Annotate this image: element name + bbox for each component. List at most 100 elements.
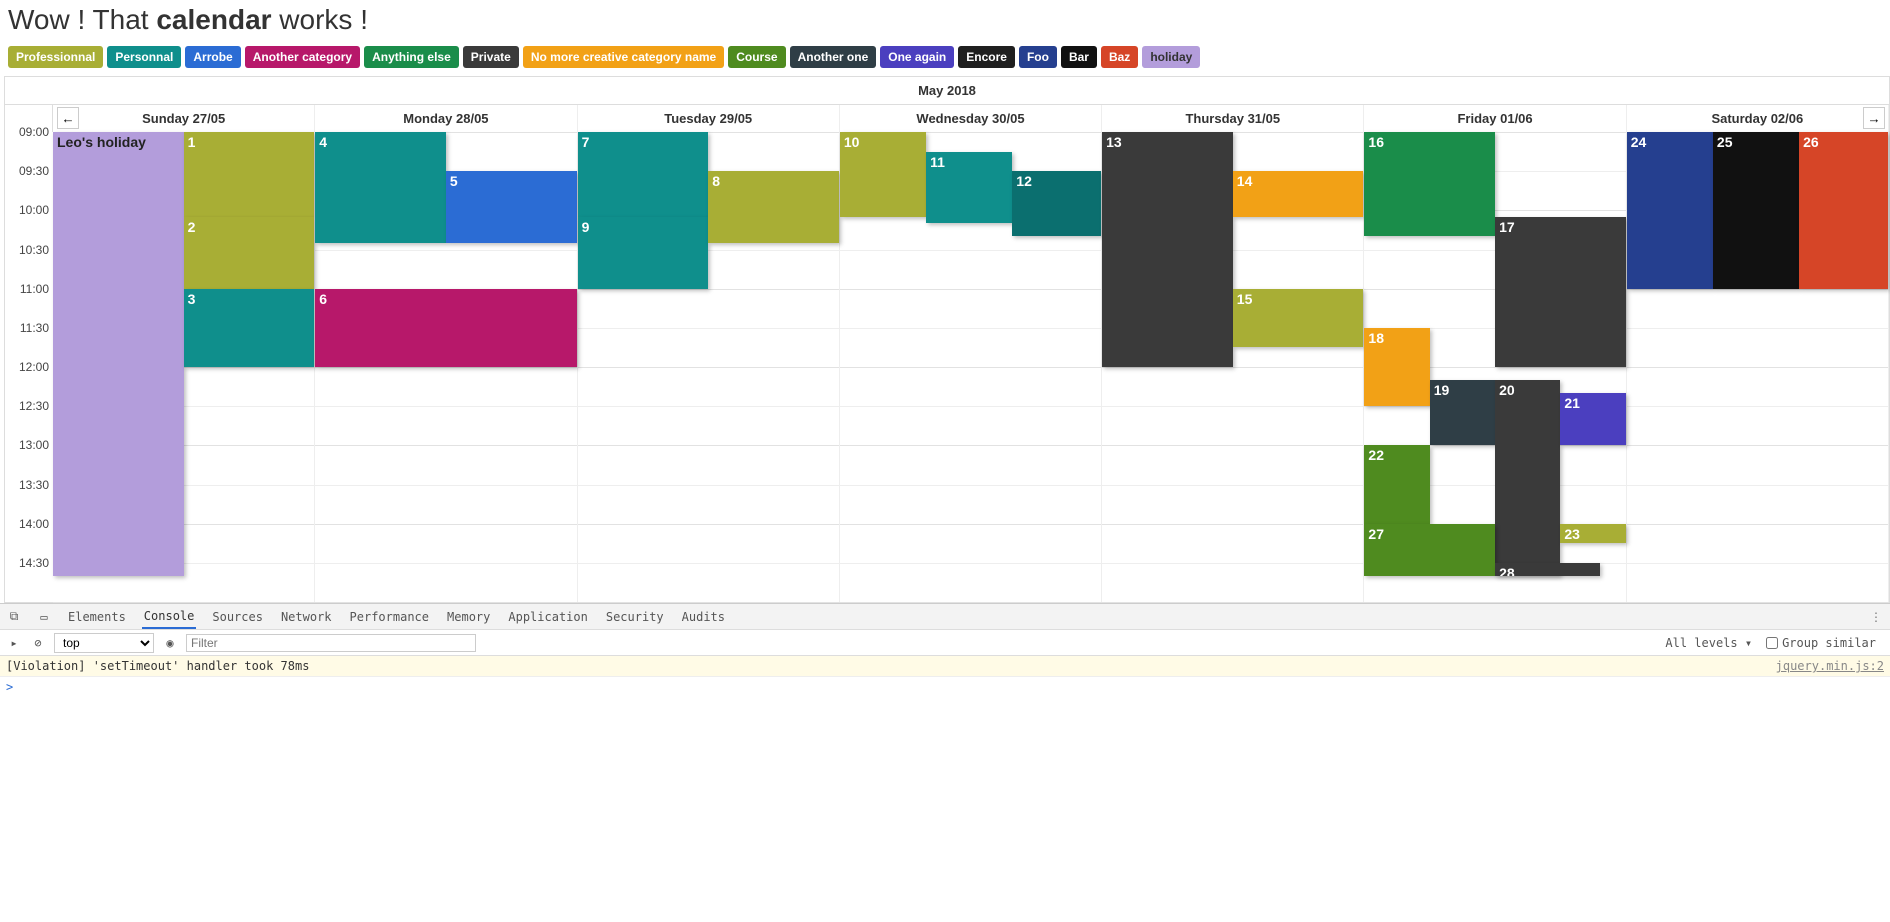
calendar-event[interactable]: 2 [184, 217, 315, 289]
calendar-event[interactable]: 22 [1364, 445, 1429, 523]
console-log-message: [Violation] 'setTimeout' handler took 78… [6, 659, 309, 673]
console-log-source-link[interactable]: jquery.min.js:2 [1776, 659, 1884, 673]
execution-context-select[interactable]: top [54, 633, 154, 653]
calendar-event[interactable]: 18 [1364, 328, 1429, 406]
devtools-tab[interactable]: Elements [66, 606, 128, 628]
devtools-tab[interactable]: Sources [210, 606, 265, 628]
time-label: 11:00 [5, 282, 49, 296]
category-tag[interactable]: Baz [1101, 46, 1138, 68]
calendar-event[interactable]: 19 [1430, 380, 1495, 445]
calendar-event[interactable]: 16 [1364, 132, 1495, 236]
calendar-event[interactable]: 23 [1560, 524, 1625, 544]
day-column[interactable]: 24 25 26 [1627, 132, 1889, 602]
calendar-event[interactable]: 21 [1560, 393, 1625, 445]
calendar-event[interactable]: 5 [446, 171, 577, 243]
category-tag[interactable]: Foo [1019, 46, 1057, 68]
devtools-tab[interactable]: Console [142, 605, 197, 629]
day-header: Wednesday 30/05 [840, 105, 1102, 132]
log-levels-dropdown[interactable]: All levels ▾ [1665, 636, 1752, 650]
calendar-event[interactable]: 8 [708, 171, 839, 243]
event-label: 19 [1434, 382, 1491, 398]
devtools-tab[interactable]: Performance [348, 606, 431, 628]
calendar-event[interactable]: 10 [840, 132, 926, 217]
title-prefix: Wow ! That [8, 4, 156, 35]
category-tag[interactable]: No more creative category name [523, 46, 724, 68]
event-label: 17 [1499, 219, 1622, 235]
calendar-event[interactable]: 24 [1627, 132, 1713, 289]
calendar-event[interactable]: 11 [926, 152, 1012, 224]
devtools-tab[interactable]: Network [279, 606, 334, 628]
event-label: 16 [1368, 134, 1491, 150]
calendar-event[interactable]: 1 [184, 132, 315, 217]
clear-console-icon[interactable]: ⊘ [30, 635, 46, 651]
calendar-event[interactable]: 28 [1495, 563, 1600, 576]
devtools-tab[interactable]: Application [506, 606, 589, 628]
calendar-event[interactable]: 27 [1364, 524, 1495, 576]
day-column[interactable]: 45 6 [315, 132, 577, 602]
event-label: 18 [1368, 330, 1425, 346]
event-label: 8 [712, 173, 835, 189]
calendar-event[interactable]: 25 [1713, 132, 1799, 289]
category-tag[interactable]: Anything else [364, 46, 459, 68]
category-tag[interactable]: Bar [1061, 46, 1097, 68]
event-label: 26 [1803, 134, 1884, 150]
calendar-event[interactable]: 20 [1495, 380, 1560, 576]
category-tag[interactable]: One again [880, 46, 954, 68]
category-tag[interactable]: Professionnal [8, 46, 103, 68]
calendar-event[interactable]: 3 [184, 289, 315, 367]
time-label: 11:30 [5, 321, 49, 335]
category-tag[interactable]: Another one [790, 46, 877, 68]
calendar-event[interactable]: 6 [315, 289, 576, 367]
category-tag[interactable]: Encore [958, 46, 1015, 68]
day-column[interactable]: 79 8 [578, 132, 840, 602]
event-label: 11 [930, 154, 1008, 170]
time-label: 13:00 [5, 438, 49, 452]
day-column[interactable]: 16 17 18 192021 222728 23 [1364, 132, 1626, 602]
calendar-event[interactable]: 14 [1233, 171, 1364, 217]
eye-icon[interactable]: ◉ [162, 635, 178, 651]
event-label: 10 [844, 134, 922, 150]
day-header: Friday 01/06 [1364, 105, 1626, 132]
event-label: 2 [188, 219, 311, 235]
calendar-event[interactable]: 7 [578, 132, 709, 217]
calendar-event[interactable]: 15 [1233, 289, 1364, 348]
devtools-panel: ⧉ ▭ Elements Console Sources Network Perform… [0, 603, 1890, 697]
title-bold: calendar [156, 4, 271, 35]
calendar-event[interactable]: 17 [1495, 217, 1626, 367]
calendar-event[interactable]: 4 [315, 132, 446, 243]
day-column[interactable]: 10 11 12 [840, 132, 1102, 602]
calendar-body: 09:0009:3010:0010:3011:0011:3012:0012:30… [5, 132, 1889, 602]
device-icon[interactable]: ▭ [36, 609, 52, 625]
category-tag[interactable]: Course [728, 46, 785, 68]
devtools-tab[interactable]: Memory [445, 606, 492, 628]
sidebar-toggle-icon[interactable]: ▸ [6, 635, 22, 651]
calendar-event[interactable]: 9 [578, 217, 709, 289]
calendar-month-title: May 2018 [5, 77, 1889, 105]
event-label: 25 [1717, 134, 1795, 150]
group-similar-checkbox[interactable] [1766, 637, 1778, 649]
time-label: 09:30 [5, 164, 49, 178]
devtools-tab[interactable]: Security [604, 606, 666, 628]
category-tag[interactable]: Arrobe [185, 46, 240, 68]
category-tag[interactable]: Private [463, 46, 519, 68]
category-tag[interactable]: Personnal [107, 46, 181, 68]
event-label: 1 [188, 134, 311, 150]
calendar-event[interactable]: 12 [1012, 171, 1101, 236]
calendar-event[interactable]: 26 [1799, 132, 1888, 289]
calendar-event[interactable]: 13 [1102, 132, 1233, 367]
event-label: 12 [1016, 173, 1097, 189]
category-tag[interactable]: Another category [245, 46, 360, 68]
category-tag[interactable]: holiday [1142, 46, 1200, 68]
inspect-icon[interactable]: ⧉ [6, 609, 22, 625]
event-label: 24 [1631, 134, 1709, 150]
event-label: 21 [1564, 395, 1621, 411]
console-prompt[interactable]: > [0, 677, 1890, 697]
console-filter-input[interactable] [186, 634, 476, 652]
day-column[interactable]: 1314 15 [1102, 132, 1364, 602]
devtools-tab[interactable]: Audits [680, 606, 727, 628]
day-column[interactable]: Leo's holiday1 2 3 [53, 132, 315, 602]
devtools-more-icon[interactable]: ⋮ [1870, 610, 1882, 624]
holiday-event[interactable]: Leo's holiday [53, 132, 184, 576]
event-label: 5 [450, 173, 573, 189]
group-similar-toggle[interactable]: Group similar [1766, 636, 1876, 650]
